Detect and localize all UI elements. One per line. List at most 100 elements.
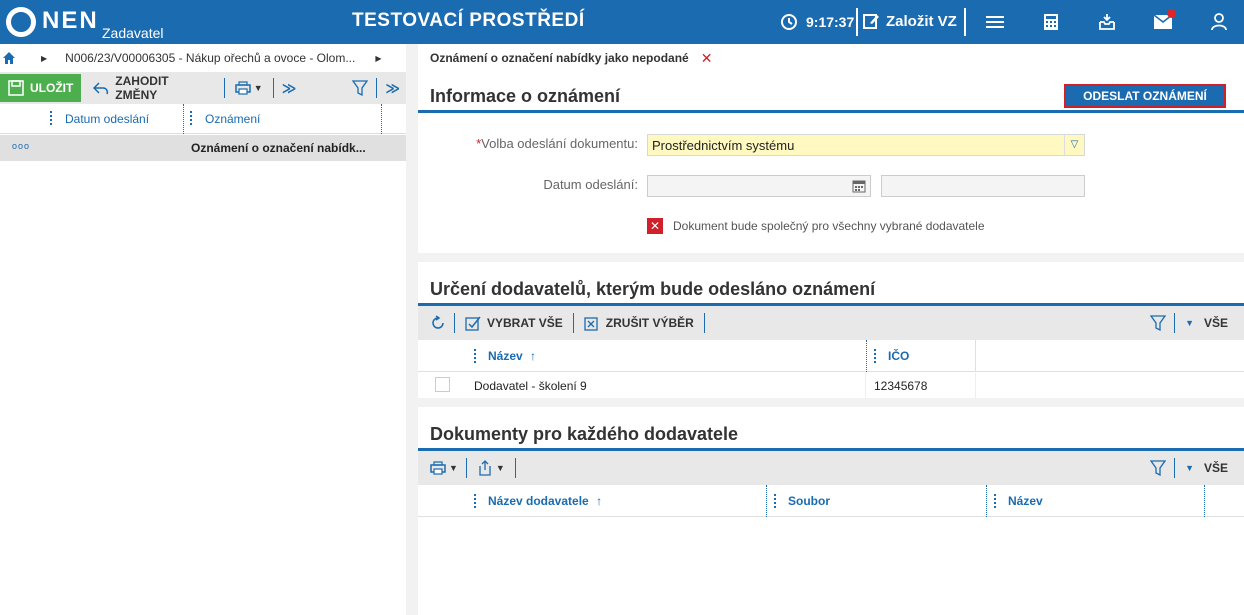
logo-subtitle: Zadavatel bbox=[102, 25, 164, 41]
share-icon bbox=[479, 460, 491, 476]
send-method-label-text: Volba odeslání dokumentu: bbox=[481, 136, 638, 151]
suppliers-grid-header: Název ↑ IČO bbox=[418, 340, 1244, 372]
column-divider[interactable] bbox=[381, 104, 383, 134]
table-row[interactable]: ooo Oznámení o označení nabídk... bbox=[0, 135, 406, 161]
view-all-label: VŠE bbox=[1203, 316, 1228, 330]
save-label: ULOŽIT bbox=[30, 81, 74, 95]
column-divider[interactable] bbox=[183, 104, 185, 134]
column-menu-icon[interactable] bbox=[474, 349, 476, 363]
print-icon bbox=[430, 461, 446, 475]
expand-button[interactable]: ≫ bbox=[276, 74, 303, 102]
suppliers-section: Určení dodavatelů, kterým bude odesláno … bbox=[418, 262, 1244, 398]
column-menu-icon[interactable] bbox=[190, 111, 192, 125]
environment-title: TESTOVACÍ PROSTŘEDÍ bbox=[352, 10, 585, 31]
chevron-right-icon: ▶ bbox=[375, 53, 382, 63]
row-marker: ooo bbox=[12, 141, 31, 151]
deselect-all-button[interactable]: ZRUŠIT VÝBĚR bbox=[576, 309, 702, 337]
filter-button[interactable] bbox=[1144, 309, 1172, 337]
info-section: Informace o oznámení ODESLAT OZNÁMENÍ *V… bbox=[418, 72, 1244, 253]
column-oznameni[interactable]: Oznámení bbox=[205, 112, 260, 126]
column-menu-icon[interactable] bbox=[994, 494, 996, 508]
export-dropdown[interactable]: ▼ bbox=[469, 454, 513, 482]
collapse-panel-button[interactable]: ≫ bbox=[379, 74, 406, 102]
user-icon[interactable] bbox=[1209, 12, 1229, 32]
caret-down-icon: ▼ bbox=[495, 463, 505, 473]
print-dropdown[interactable]: ▼ bbox=[227, 74, 271, 102]
column-nazev-label: Název bbox=[488, 349, 523, 363]
info-section-title: Informace o oznámení bbox=[430, 86, 621, 106]
caret-down-icon: ▼ bbox=[449, 463, 458, 473]
common-document-checkbox[interactable]: ✕ bbox=[647, 218, 663, 234]
column-divider[interactable] bbox=[1204, 485, 1206, 517]
chevron-down-icon[interactable]: ▽ bbox=[1064, 135, 1084, 155]
supplier-name: Dodavatel - školení 9 bbox=[474, 379, 587, 393]
new-vz-button[interactable]: Založit VZ bbox=[862, 12, 957, 30]
save-icon bbox=[8, 80, 24, 96]
save-button[interactable]: ULOŽIT bbox=[0, 74, 82, 102]
view-all-label: VŠE bbox=[1203, 461, 1228, 475]
column-nazev[interactable]: Název bbox=[1008, 494, 1043, 508]
column-ico[interactable]: IČO bbox=[888, 349, 909, 363]
calculator-icon[interactable] bbox=[1041, 12, 1061, 32]
table-row[interactable]: Dodavatel - školení 9 12345678 bbox=[418, 373, 1244, 398]
send-notice-button[interactable]: ODESLAT OZNÁMENÍ bbox=[1064, 84, 1226, 108]
column-divider[interactable] bbox=[986, 485, 988, 517]
column-divider[interactable] bbox=[766, 485, 768, 517]
send-date-label: Datum odeslání: bbox=[543, 177, 638, 192]
refresh-button[interactable] bbox=[418, 309, 452, 337]
chevron-right-icon: ▶ bbox=[41, 53, 48, 63]
toolbar-separator bbox=[572, 313, 574, 333]
suppliers-toolbar: VYBRAT VŠE ZRUŠIT VÝBĚR ▼ VŠE bbox=[418, 306, 1244, 340]
filter-button[interactable] bbox=[1144, 454, 1172, 482]
send-method-select[interactable]: Prostřednictvím systému ▽ bbox=[647, 134, 1085, 156]
inbox-icon[interactable] bbox=[1097, 12, 1117, 32]
view-all-dropdown[interactable]: ▼ VŠE bbox=[1177, 454, 1244, 482]
right-breadcrumb: Oznámení o označení nabídky jako nepodan… bbox=[418, 44, 1244, 72]
double-chevron-right-icon: ≫ bbox=[385, 79, 400, 96]
send-method-label: *Volba odeslání dokumentu: bbox=[458, 136, 638, 151]
select-all-button[interactable]: VYBRAT VŠE bbox=[457, 309, 571, 337]
send-method-value: Prostřednictvím systému bbox=[652, 138, 795, 153]
calendar-icon[interactable] bbox=[852, 179, 866, 193]
session-time: 9:17:37 bbox=[806, 14, 855, 30]
uncheck-icon bbox=[584, 317, 598, 331]
close-icon[interactable]: ✕ bbox=[701, 50, 713, 67]
menu-icon[interactable] bbox=[985, 12, 1005, 32]
discard-changes-button[interactable]: ZAHODIT ZMĚNY bbox=[85, 74, 221, 102]
column-nazev-dodavatele-label: Název dodavatele bbox=[488, 494, 589, 508]
sort-asc-icon: ↑ bbox=[596, 494, 603, 508]
toolbar-separator bbox=[376, 78, 378, 98]
column-menu-icon[interactable] bbox=[874, 349, 876, 363]
nen-logo[interactable]: NEN Zadavatel bbox=[6, 5, 176, 41]
check-all-icon bbox=[465, 316, 481, 331]
print-dropdown[interactable]: ▼ bbox=[418, 454, 464, 482]
session-timer: 9:17:37 bbox=[780, 13, 854, 31]
print-icon bbox=[235, 81, 251, 95]
common-document-label: Dokument bude společný pro všechny vybra… bbox=[673, 219, 985, 233]
panel-divider[interactable] bbox=[406, 44, 418, 615]
row-notice: Oznámení o označení nabídk... bbox=[191, 141, 366, 155]
view-all-dropdown[interactable]: ▼ VŠE bbox=[1177, 309, 1244, 337]
undo-icon bbox=[93, 82, 109, 95]
column-menu-icon[interactable] bbox=[50, 111, 52, 125]
column-menu-icon[interactable] bbox=[474, 494, 476, 508]
header-separator bbox=[964, 8, 966, 36]
send-time-input[interactable] bbox=[881, 175, 1085, 197]
home-icon[interactable] bbox=[3, 52, 15, 64]
column-divider[interactable] bbox=[866, 340, 868, 372]
breadcrumb-item[interactable]: N006/23/V00006305 - Nákup ořechů a ovoce… bbox=[65, 51, 355, 65]
left-panel: ▶ N006/23/V00006305 - Nákup ořechů a ovo… bbox=[0, 44, 410, 615]
row-checkbox[interactable] bbox=[435, 377, 450, 392]
column-soubor[interactable]: Soubor bbox=[788, 494, 830, 508]
filter-button[interactable] bbox=[346, 74, 374, 102]
toolbar-separator bbox=[223, 78, 225, 98]
column-datum-odeslani[interactable]: Datum odeslání bbox=[65, 112, 149, 126]
send-date-input[interactable] bbox=[647, 175, 871, 197]
documents-grid-header: Název dodavatele ↑ Soubor Název bbox=[418, 485, 1244, 517]
cell-divider bbox=[975, 373, 976, 398]
column-nazev[interactable]: Název ↑ bbox=[488, 349, 536, 363]
left-grid-header: Datum odeslání Oznámení bbox=[0, 104, 406, 134]
toolbar-separator bbox=[514, 458, 516, 478]
column-menu-icon[interactable] bbox=[774, 494, 776, 508]
column-nazev-dodavatele[interactable]: Název dodavatele ↑ bbox=[488, 494, 602, 508]
